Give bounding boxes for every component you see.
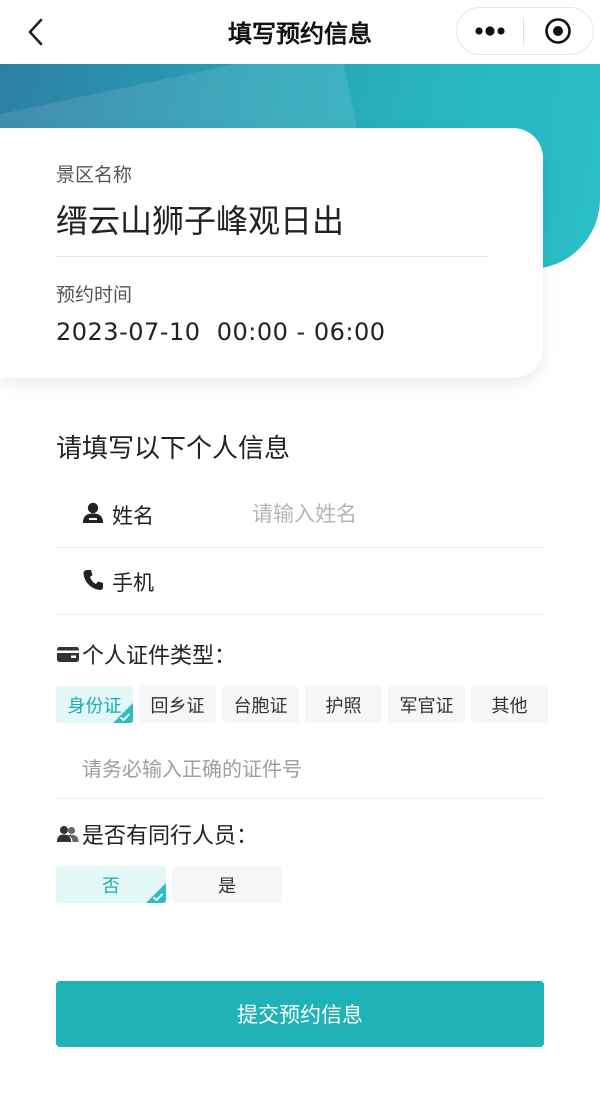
- close-mini-program-button[interactable]: [524, 8, 593, 54]
- companions-options: 否 是: [56, 866, 282, 903]
- id-number-input[interactable]: [80, 748, 524, 790]
- scenic-name-value: 缙云山狮子峰观日出: [56, 202, 345, 240]
- name-label: 姓名: [112, 504, 154, 528]
- scenic-info-card: 景区名称 缙云山狮子峰观日出 预约时间 2023-07-10 00:00 - 0…: [0, 128, 543, 378]
- phone-row: 手机: [56, 548, 544, 615]
- id-type-option-id-card[interactable]: 身份证: [56, 686, 133, 723]
- target-circle-icon: [545, 18, 572, 44]
- more-button[interactable]: [457, 8, 523, 54]
- id-type-heading: 个人证件类型：: [56, 638, 236, 670]
- submit-booking-button[interactable]: 提交预约信息: [56, 981, 544, 1047]
- booking-time-value: 2023-07-10 00:00 - 06:00: [56, 318, 386, 346]
- id-type-option-label: 其他: [491, 695, 528, 717]
- id-type-options: 身份证 回乡证 台胞证 护照 军官证 其他: [56, 686, 548, 723]
- card-divider: [56, 256, 488, 257]
- personal-info-heading: 请填写以下个人信息: [56, 434, 291, 464]
- companions-option-label: 是: [218, 875, 236, 897]
- id-type-option-label: 回乡证: [150, 695, 205, 717]
- companions-option-no[interactable]: 否: [56, 866, 166, 903]
- card-icon: [57, 647, 79, 662]
- id-type-title: 个人证件类型：: [82, 644, 237, 669]
- id-number-row: [56, 738, 544, 799]
- id-type-option-officer-card[interactable]: 军官证: [388, 686, 465, 723]
- companions-title: 是否有同行人员：: [82, 824, 259, 849]
- companions-heading: 是否有同行人员：: [56, 818, 258, 850]
- nav-bar: 填写预约信息: [0, 0, 600, 64]
- more-dots-icon: [475, 26, 505, 36]
- phone-label: 手机: [112, 571, 154, 595]
- companions-option-label: 否: [102, 875, 120, 897]
- id-type-option-taiwan-permit[interactable]: 台胞证: [222, 686, 299, 723]
- id-type-option-label: 军官证: [399, 695, 454, 717]
- check-icon: [119, 713, 131, 722]
- scenic-name-label: 景区名称: [56, 164, 133, 186]
- name-input[interactable]: [250, 493, 534, 535]
- check-icon: [152, 893, 164, 902]
- id-type-option-passport[interactable]: 护照: [305, 686, 382, 723]
- companions-option-yes[interactable]: 是: [172, 866, 282, 903]
- phone-input[interactable]: [250, 560, 534, 602]
- mini-program-capsule: [456, 7, 594, 55]
- group-icon: [57, 826, 79, 842]
- id-type-option-home-return-permit[interactable]: 回乡证: [139, 686, 216, 723]
- booking-time-label: 预约时间: [56, 284, 133, 306]
- phone-icon: [83, 570, 103, 590]
- id-type-option-label: 台胞证: [233, 695, 288, 717]
- user-icon: [83, 502, 103, 523]
- id-type-option-other[interactable]: 其他: [471, 686, 548, 723]
- id-type-option-label: 护照: [325, 695, 362, 717]
- name-row: 姓名: [56, 481, 544, 548]
